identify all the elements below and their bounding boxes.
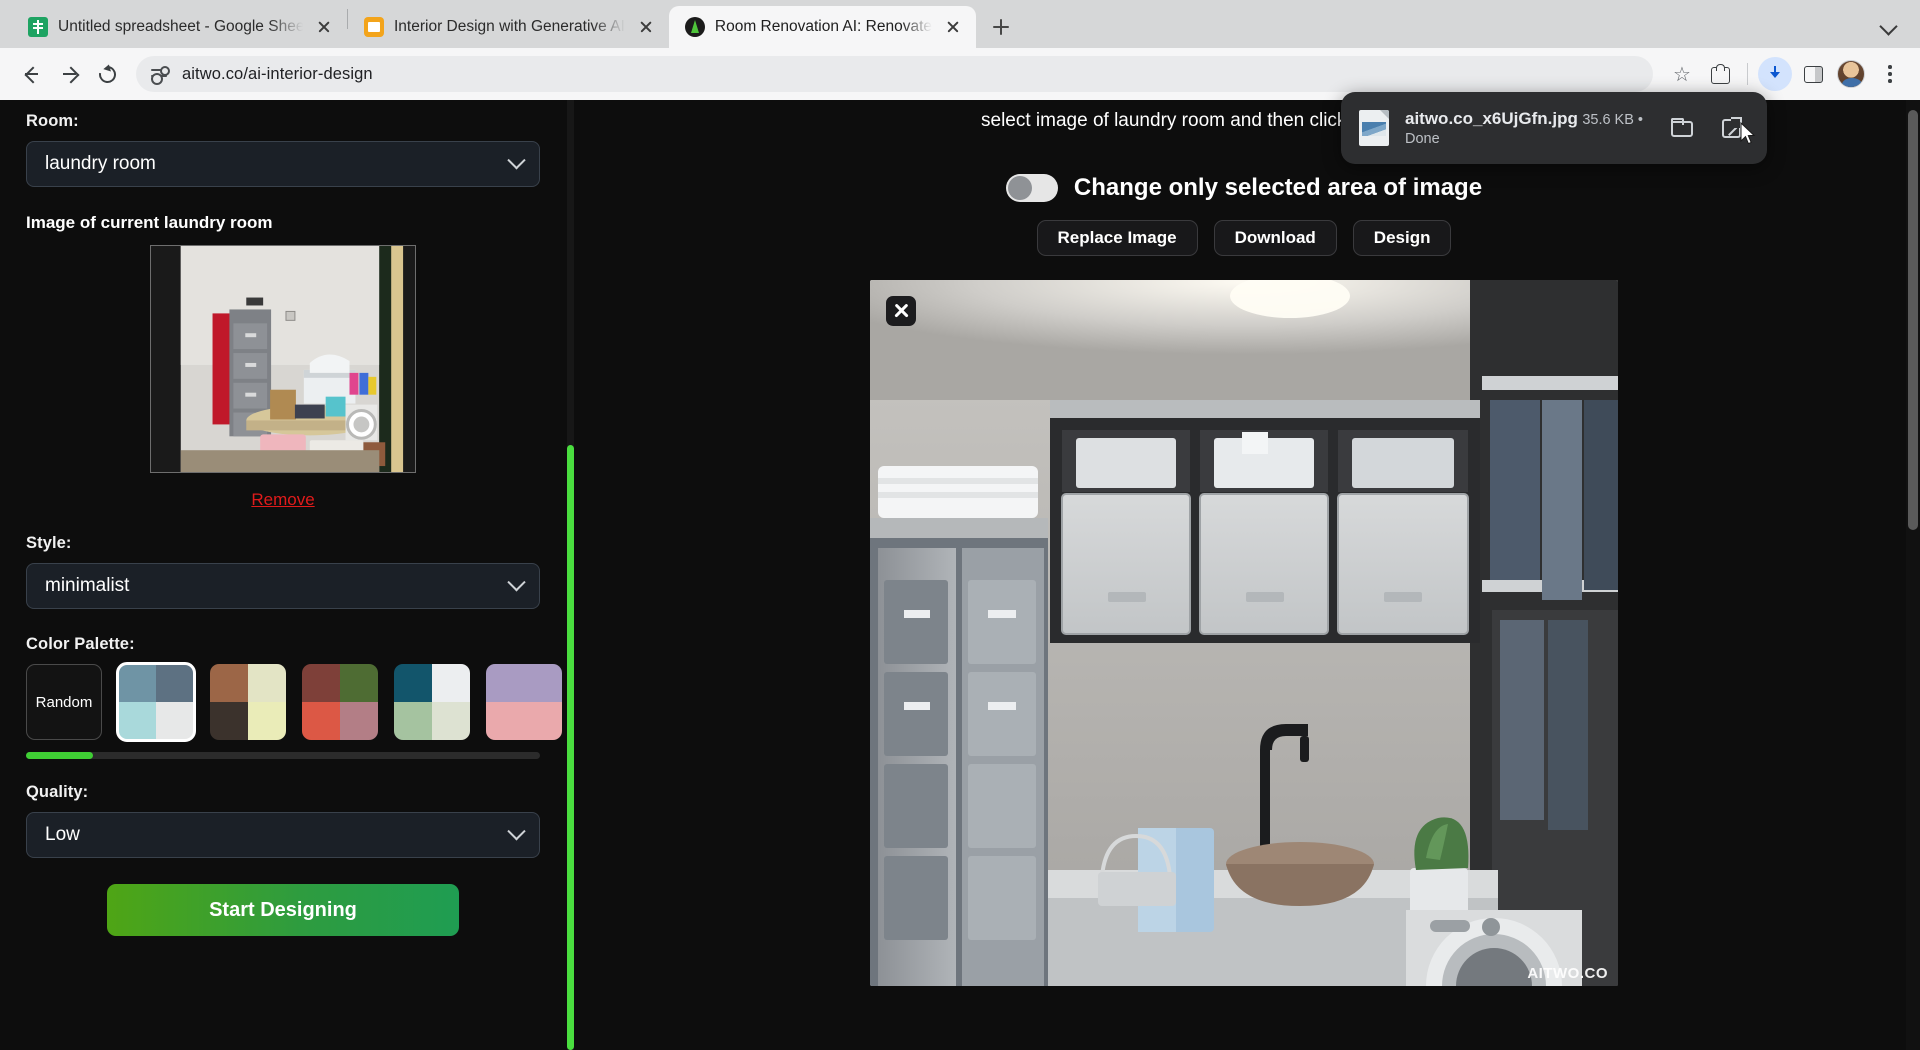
- style-label: Style:: [26, 534, 540, 553]
- quality-select-value: Low: [45, 824, 80, 846]
- page-content: Room: laundry room Image of current laun…: [0, 100, 1920, 1050]
- watermark: AITWO.CO: [1527, 965, 1608, 982]
- current-room-thumbnail[interactable]: [150, 245, 416, 473]
- quality-label: Quality:: [26, 783, 540, 802]
- menu-kebab-icon[interactable]: [1872, 57, 1906, 91]
- address-bar[interactable]: aitwo.co/ai-interior-design: [136, 56, 1653, 92]
- design-settings-panel: Room: laundry room Image of current laun…: [0, 100, 568, 1050]
- new-tab-button[interactable]: [984, 10, 1018, 44]
- palette-swatch-brown-cream[interactable]: [210, 664, 286, 740]
- chevron-down-icon: [507, 573, 525, 591]
- palette-swatch-blue-grey-teal[interactable]: [118, 664, 194, 740]
- url-text: aitwo.co/ai-interior-design: [182, 65, 373, 84]
- main-content: select image of laundry room and then cl…: [568, 100, 1920, 1050]
- style-select[interactable]: minimalist: [26, 563, 540, 609]
- color-palette-label: Color Palette:: [26, 635, 540, 654]
- tab-title: Room Renovation AI: Renovate: [715, 18, 932, 36]
- page-scrollbar[interactable]: [1906, 100, 1920, 1050]
- start-designing-button[interactable]: Start Designing: [107, 884, 459, 936]
- tab-title: Untitled spreadsheet - Google Sheets: [58, 18, 303, 36]
- style-select-value: minimalist: [45, 575, 129, 597]
- tab-room-renovation-ai[interactable]: Room Renovation AI: Renovate: [669, 6, 976, 48]
- chevron-down-icon[interactable]: [1876, 12, 1902, 38]
- tab-close-icon[interactable]: [942, 16, 964, 38]
- tab-untitled-spreadsheet[interactable]: Untitled spreadsheet - Google Sheets: [12, 6, 347, 48]
- palette-swatch-teal-sage[interactable]: [394, 664, 470, 740]
- tab-interior-design[interactable]: Interior Design with Generative AI: [348, 6, 669, 48]
- tab-close-icon[interactable]: [635, 16, 657, 38]
- palette-horizontal-scrollbar[interactable]: [26, 752, 540, 759]
- tab-title: Interior Design with Generative AI: [394, 18, 625, 36]
- side-panel-icon[interactable]: [1796, 57, 1830, 91]
- change-selected-area-toggle[interactable]: [1006, 174, 1058, 202]
- site-settings-icon[interactable]: [150, 65, 170, 83]
- forward-arrow-icon[interactable]: [52, 57, 86, 91]
- reload-icon[interactable]: [90, 57, 124, 91]
- close-icon[interactable]: [886, 296, 916, 326]
- generated-room-image[interactable]: AITWO.CO: [870, 280, 1618, 986]
- palette-swatch-red-green[interactable]: [302, 664, 378, 740]
- tab-close-icon[interactable]: [313, 16, 335, 38]
- selected-area-toggle-row: Change only selected area of image: [1006, 174, 1482, 202]
- thumbnail-container: Remove: [150, 245, 416, 510]
- show-in-folder-icon[interactable]: [1665, 111, 1699, 145]
- download-button[interactable]: Download: [1214, 220, 1337, 256]
- mouse-cursor: [1740, 122, 1756, 146]
- remove-image-link[interactable]: Remove: [150, 490, 416, 510]
- color-palette-list: Random: [26, 664, 540, 740]
- aitwo-logo-icon: [685, 17, 705, 37]
- profile-avatar-icon[interactable]: [1834, 57, 1868, 91]
- replace-image-button[interactable]: Replace Image: [1037, 220, 1198, 256]
- design-button[interactable]: Design: [1353, 220, 1452, 256]
- palette-swatch-random[interactable]: Random: [26, 664, 102, 740]
- chevron-down-icon: [507, 151, 525, 169]
- jpg-file-icon: [1359, 110, 1389, 146]
- downloads-icon[interactable]: [1758, 57, 1792, 91]
- action-buttons: Replace Image Download Design: [1037, 220, 1452, 256]
- sheets-icon: [28, 17, 48, 37]
- bookmark-star-icon[interactable]: ☆: [1665, 57, 1699, 91]
- browser-window: Untitled spreadsheet - Google Sheets Int…: [0, 0, 1920, 1050]
- extensions-icon[interactable]: [1703, 57, 1737, 91]
- room-select-value: laundry room: [45, 153, 156, 175]
- quality-select[interactable]: Low: [26, 812, 540, 858]
- download-meta: aitwo.co_x6UjGfn.jpg 35.6 KB • Done: [1405, 108, 1649, 147]
- room-label: Room:: [26, 112, 540, 131]
- toolbar-divider: [1747, 63, 1748, 85]
- palette-swatch-purple-pink[interactable]: [486, 664, 562, 740]
- download-filename: aitwo.co_x6UjGfn.jpg: [1405, 109, 1578, 128]
- toggle-label: Change only selected area of image: [1074, 174, 1482, 202]
- back-arrow-icon[interactable]: [14, 57, 48, 91]
- tab-strip: Untitled spreadsheet - Google Sheets Int…: [0, 0, 1920, 48]
- download-notification[interactable]: aitwo.co_x6UjGfn.jpg 35.6 KB • Done: [1341, 92, 1767, 164]
- current-image-label: Image of current laundry room: [26, 213, 540, 233]
- room-select[interactable]: laundry room: [26, 141, 540, 187]
- chevron-down-icon: [507, 822, 525, 840]
- orange-window-icon: [364, 17, 384, 37]
